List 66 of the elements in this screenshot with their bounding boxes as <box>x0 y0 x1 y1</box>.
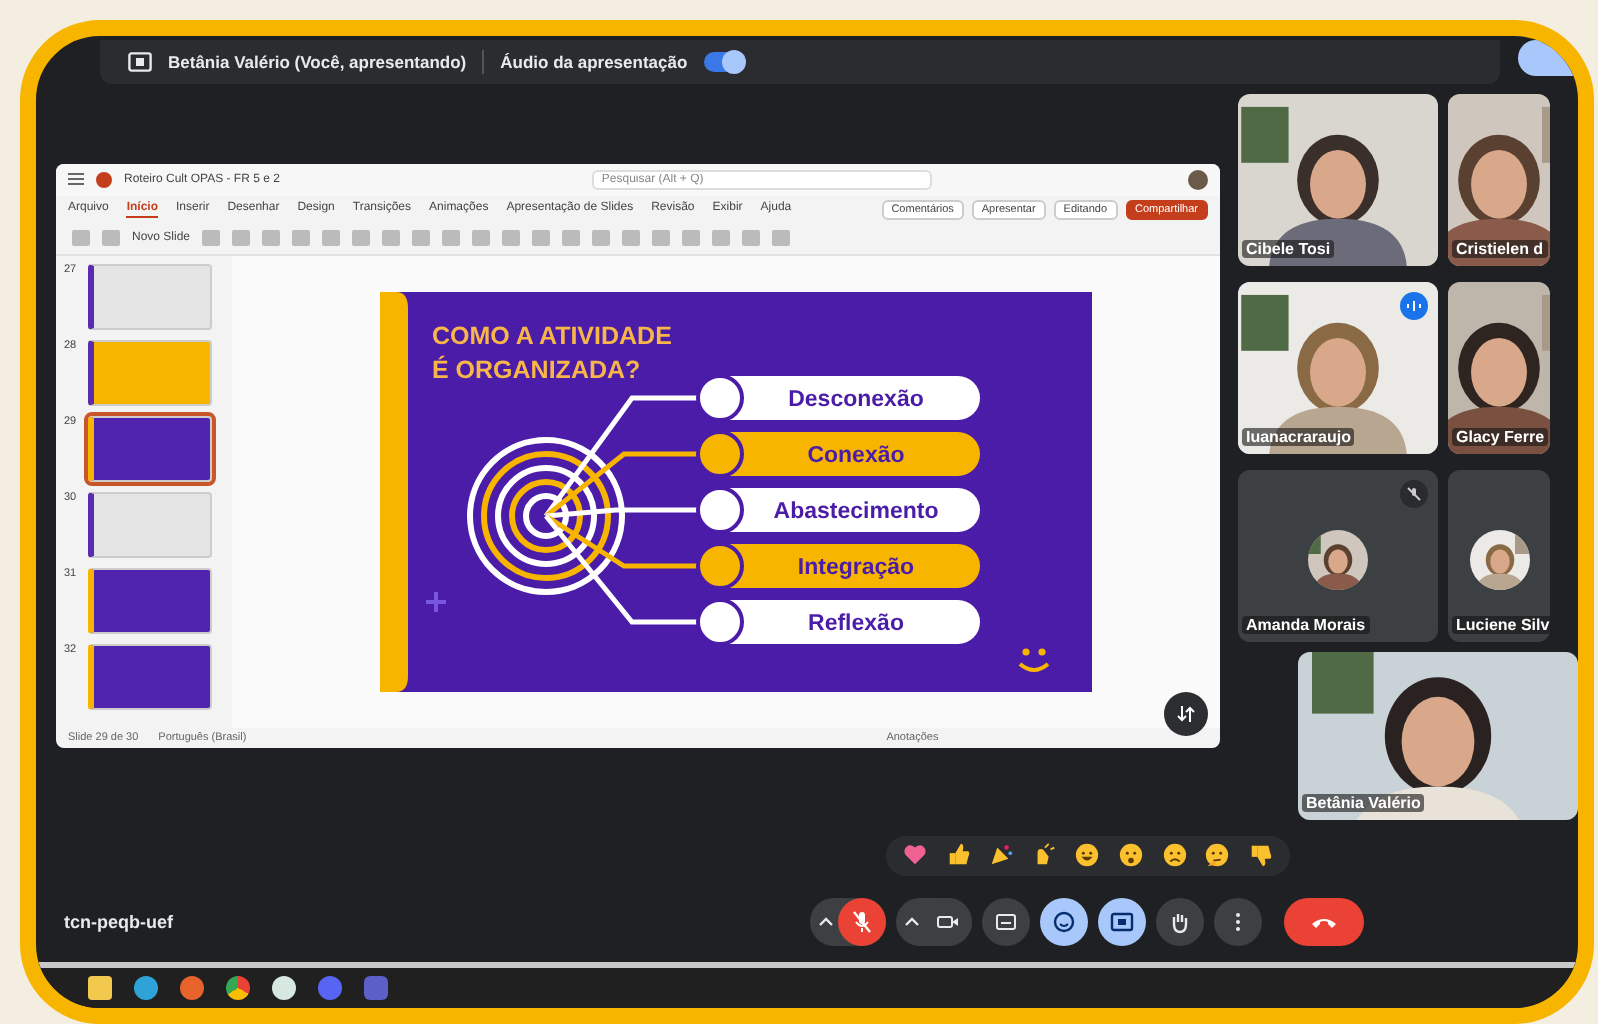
slide-title: COMO A ATIVIDADE <box>432 321 672 350</box>
menu-icon[interactable] <box>68 172 84 187</box>
participant-tile[interactable]: Betânia Valério <box>1298 651 1578 820</box>
raise-hand-button[interactable] <box>1156 897 1204 946</box>
microphone-button[interactable] <box>838 897 886 946</box>
more-options-button[interactable] <box>1214 897 1262 946</box>
slide-thumbnail[interactable] <box>88 567 212 634</box>
laughing-face-icon[interactable] <box>1074 842 1101 869</box>
participant-name: Luciene Silv <box>1452 615 1550 634</box>
topic-label: Integração <box>797 555 915 580</box>
slide-thumbnail[interactable] <box>88 643 212 710</box>
app-logo-icon <box>96 171 112 188</box>
participant-name: Amanda Morais <box>1242 615 1370 634</box>
topic-label: Conexão <box>807 443 905 468</box>
corner-mark-icon <box>424 589 448 614</box>
topic-label: Abastecimento <box>773 499 939 524</box>
sad-face-icon[interactable] <box>1161 842 1188 869</box>
topic-label: Reflexão <box>808 611 904 636</box>
presentation-icon <box>128 51 152 72</box>
swap-arrows-icon <box>1176 703 1196 724</box>
presenter-name: Betânia Valério (Você, apresentando) <box>168 51 467 72</box>
party-popper-icon[interactable] <box>988 842 1015 869</box>
captions-icon <box>994 909 1018 934</box>
caret-icon[interactable] <box>904 913 920 930</box>
phone-icon <box>1310 913 1338 930</box>
participant-tile[interactable]: Glacy Ferre <box>1448 281 1550 454</box>
top-right-button[interactable] <box>1518 40 1578 76</box>
end-call-button[interactable] <box>1284 897 1364 946</box>
thumbs-up-icon[interactable] <box>945 842 972 869</box>
folder-icon[interactable] <box>88 976 112 1001</box>
hand-icon <box>1168 909 1192 934</box>
thinking-face-icon[interactable] <box>1204 842 1231 869</box>
participant-tile[interactable]: Amanda Morais <box>1238 469 1438 642</box>
smiley-icon <box>1018 648 1050 672</box>
audio-label: Áudio da apresentação <box>500 51 688 72</box>
thumbs-down-icon[interactable] <box>1247 842 1274 869</box>
present-screen-icon <box>1110 909 1134 934</box>
meeting-code: tcn-peqb-uef <box>64 911 175 932</box>
audio-toggle[interactable] <box>703 51 744 72</box>
emoji-button[interactable] <box>1040 897 1088 946</box>
participant-name: Betânia Valério <box>1302 793 1425 812</box>
present-button[interactable] <box>1098 897 1146 946</box>
muted-microphone-icon <box>850 909 874 934</box>
participant-name: Glacy Ferre <box>1452 427 1549 446</box>
app-icon[interactable] <box>134 976 158 1001</box>
slide-thumbnail[interactable] <box>88 339 212 406</box>
participant-name: Cibele Tosi <box>1242 239 1335 258</box>
participant-tile[interactable]: Iuanacraraujo <box>1238 281 1438 454</box>
participant-name: Iuanacraraujo <box>1242 427 1355 446</box>
heart-icon[interactable] <box>902 842 929 869</box>
avatar-icon[interactable] <box>1188 169 1208 190</box>
captions-button[interactable] <box>982 897 1030 946</box>
participant-tile[interactable]: Cristielen d <box>1448 93 1550 266</box>
slide-thumbnail[interactable] <box>88 491 212 558</box>
app-icon[interactable] <box>226 976 250 1001</box>
topic-label: Desconexão <box>788 387 924 412</box>
participant-name: Cristielen d <box>1452 239 1548 258</box>
caret-icon[interactable] <box>818 913 834 930</box>
participant-tile[interactable]: Luciene Silv <box>1448 469 1550 642</box>
surprised-face-icon[interactable] <box>1118 842 1144 869</box>
slide-thumbnail[interactable] <box>88 263 212 330</box>
slide-thumbnail[interactable] <box>88 415 212 482</box>
participant-tile[interactable]: Cibele Tosi <box>1238 93 1438 266</box>
app-icon[interactable] <box>272 976 296 1001</box>
slide-title: É ORGANIZADA? <box>432 355 641 384</box>
smiley-icon <box>1052 909 1076 934</box>
